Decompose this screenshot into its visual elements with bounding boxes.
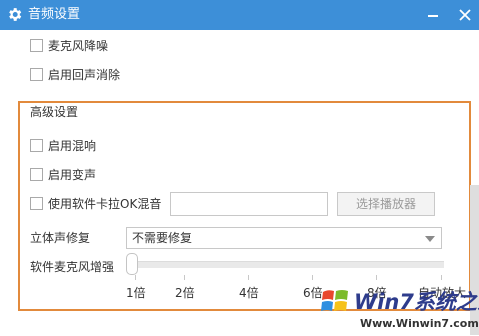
chevron-down-icon <box>425 236 435 242</box>
echo-cancel-checkbox[interactable] <box>30 68 43 81</box>
slider-tick <box>135 275 136 280</box>
title-bar[interactable]: 音频设置 <box>0 0 479 30</box>
stereo-repair-label: 立体声修复 <box>30 231 91 245</box>
watermark-url: Www.Winwin7.com <box>360 317 479 330</box>
slider-tick <box>312 275 313 280</box>
voice-change-label: 启用变声 <box>48 168 97 182</box>
watermark: Win7系统之家 Www.Winwin7.com <box>318 282 479 336</box>
echo-cancel-label: 启用回声消除 <box>48 68 121 82</box>
noise-reduction-label: 麦克风降噪 <box>48 39 109 53</box>
advanced-settings-title: 高级设置 <box>30 105 79 119</box>
minimize-icon <box>428 15 438 17</box>
mic-boost-label: 软件麦克风增强 <box>30 260 115 274</box>
mic-boost-slider-handle[interactable] <box>126 253 138 275</box>
stereo-repair-value: 不需要修复 <box>132 231 193 245</box>
slider-tick <box>376 275 377 280</box>
player-path-input[interactable] <box>170 192 328 216</box>
close-button[interactable] <box>452 0 478 30</box>
karaoke-label: 使用软件卡拉OK混音 <box>48 197 162 211</box>
gear-icon <box>9 8 22 21</box>
select-player-button[interactable]: 选择播放器 <box>337 192 435 216</box>
slider-tick <box>441 275 442 280</box>
window-title: 音频设置 <box>28 7 81 22</box>
voice-change-checkbox[interactable] <box>30 168 43 181</box>
reverb-label: 启用混响 <box>48 139 97 153</box>
karaoke-checkbox[interactable] <box>30 197 43 210</box>
reverb-checkbox[interactable] <box>30 139 43 152</box>
slider-tick <box>184 275 185 280</box>
tick-label: 2倍 <box>175 286 195 300</box>
mic-boost-slider-track[interactable] <box>130 261 444 268</box>
slider-tick <box>248 275 249 280</box>
minimize-button[interactable] <box>420 0 446 30</box>
tick-label: 1倍 <box>126 286 146 300</box>
watermark-brand: Win7系统之家 <box>354 290 479 314</box>
tick-label: 4倍 <box>239 286 259 300</box>
windows-logo-icon <box>321 290 348 311</box>
noise-reduction-checkbox[interactable] <box>30 39 43 52</box>
close-icon <box>459 9 471 21</box>
stereo-repair-select[interactable]: 不需要修复 <box>126 227 442 249</box>
